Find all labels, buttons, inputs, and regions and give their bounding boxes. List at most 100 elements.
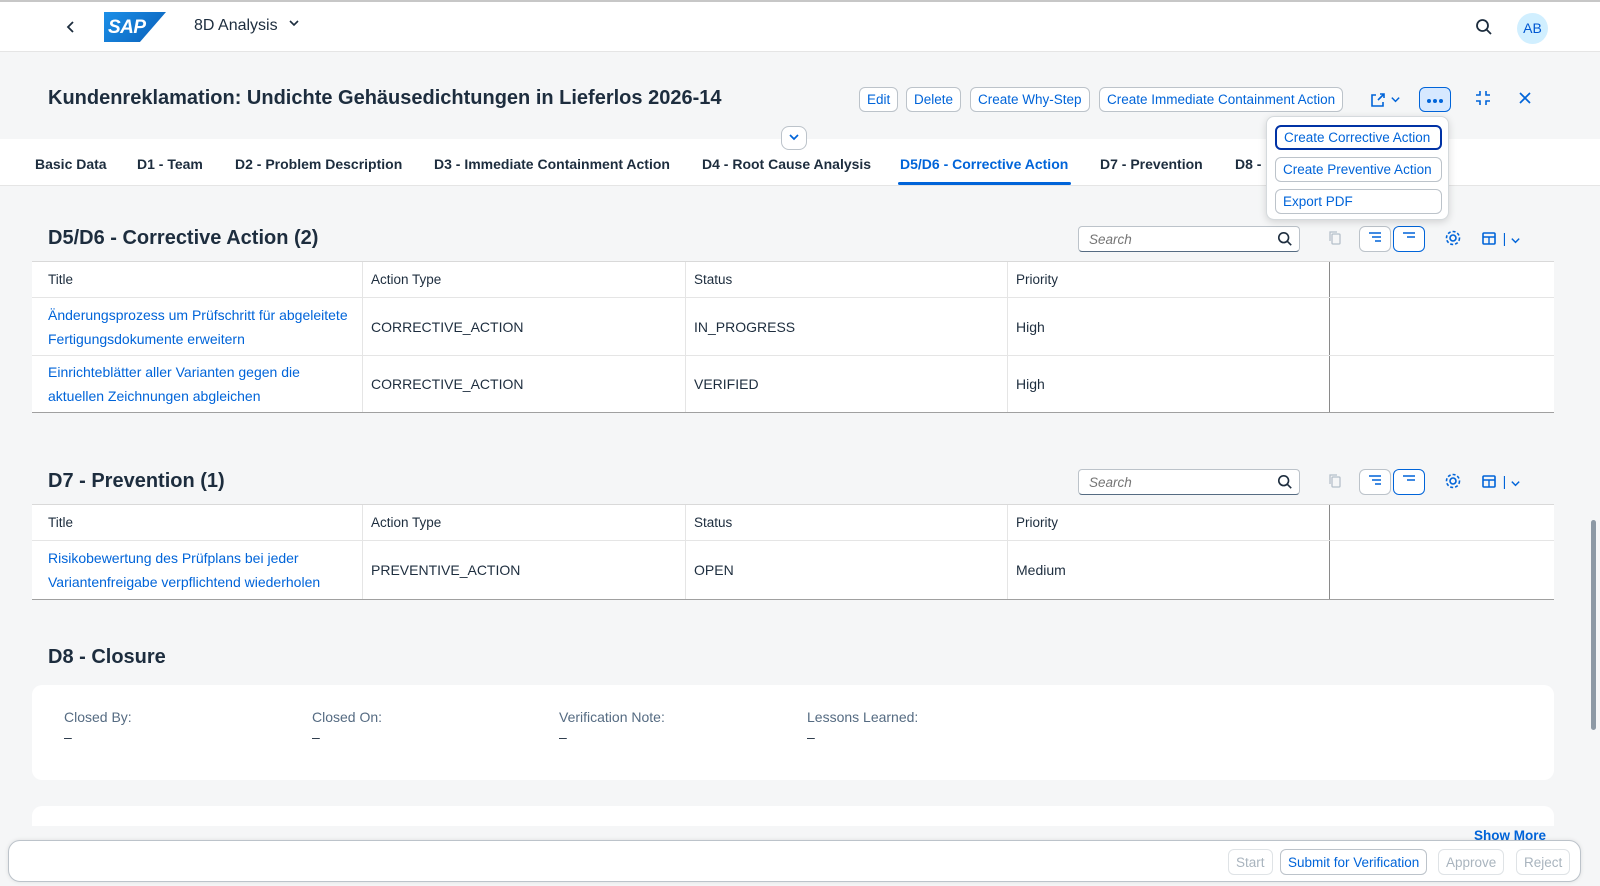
row-title-line: Variantenfreigabe verpflichtend wiederho… xyxy=(48,574,321,590)
tab-d7-prevention[interactable]: D7 - Prevention xyxy=(1100,156,1203,172)
create-immediate-containment-button[interactable]: Create Immediate Containment Action xyxy=(1099,87,1344,112)
gear-icon xyxy=(1445,230,1461,245)
lessons-learned-value: – xyxy=(807,729,815,745)
exit-fullscreen-icon xyxy=(1476,91,1490,105)
corrective-section-title: D5/D6 - Corrective Action (2) xyxy=(48,227,319,249)
table-settings-button[interactable] xyxy=(1440,226,1466,252)
sort-button[interactable] xyxy=(1359,469,1391,495)
verification-note-value: – xyxy=(559,729,567,745)
search-icon xyxy=(1476,18,1492,35)
back-button[interactable] xyxy=(58,14,84,40)
copy-button[interactable] xyxy=(1322,469,1348,495)
reject-button[interactable]: Reject xyxy=(1516,849,1571,875)
overflow-menu: Create Corrective Action Create Preventi… xyxy=(1266,116,1449,220)
tab-d5d6-corrective-action[interactable]: D5/D6 - Corrective Action xyxy=(900,156,1068,172)
closure-card: Closed By: – Closed On: – Verification N… xyxy=(32,685,1554,780)
delete-button[interactable]: Delete xyxy=(906,87,962,112)
shell-bar: SAP 8D Analysis AB xyxy=(0,0,1600,52)
row-priority: High xyxy=(1016,376,1045,392)
group-icon xyxy=(1403,474,1415,481)
row-title-line: Risikobewertung des Prüfplans bei jeder xyxy=(48,550,299,566)
sort-button[interactable] xyxy=(1359,226,1391,252)
row-action-type: CORRECTIVE_ACTION xyxy=(371,319,524,335)
prevention-search-input[interactable] xyxy=(1079,470,1269,494)
verification-note-label: Verification Note: xyxy=(559,709,665,725)
tab-d4-root-cause[interactable]: D4 - Root Cause Analysis xyxy=(702,156,871,172)
start-button[interactable]: Start xyxy=(1228,849,1273,875)
tab-d2-problem-description[interactable]: D2 - Problem Description xyxy=(235,156,402,172)
chevron-down-icon xyxy=(789,133,799,140)
copy-icon xyxy=(1329,230,1341,245)
row-status: OPEN xyxy=(694,562,734,578)
prevention-search[interactable] xyxy=(1078,469,1300,495)
export-table-button[interactable]: | xyxy=(1476,226,1526,252)
closed-by-value: – xyxy=(64,729,72,745)
column-header-action-type[interactable]: Action Type xyxy=(371,272,441,287)
shell-search-button[interactable] xyxy=(1472,16,1496,40)
create-why-step-button[interactable]: Create Why-Step xyxy=(970,87,1090,112)
close-icon xyxy=(1519,92,1531,104)
group-icon xyxy=(1403,231,1415,238)
tab-basic-data[interactable]: Basic Data xyxy=(35,156,107,172)
next-card xyxy=(32,806,1554,826)
column-header-priority[interactable]: Priority xyxy=(1016,272,1058,287)
column-header-priority[interactable]: Priority xyxy=(1016,515,1058,530)
create-corrective-action-item[interactable]: Create Corrective Action xyxy=(1275,125,1442,150)
approve-button[interactable]: Approve xyxy=(1438,849,1505,875)
copy-button[interactable] xyxy=(1322,226,1348,252)
row-title-line: Änderungsprozess um Prüfschritt für abge… xyxy=(48,307,348,323)
gear-icon xyxy=(1445,473,1461,488)
group-button[interactable] xyxy=(1393,469,1425,495)
table-settings-button[interactable] xyxy=(1440,469,1466,495)
column-header-title[interactable]: Title xyxy=(48,272,73,287)
corrective-search-input[interactable] xyxy=(1079,227,1269,251)
table-row[interactable]: Einrichteblätter aller Varianten gegen d… xyxy=(32,356,1554,412)
export-pdf-item[interactable]: Export PDF xyxy=(1275,189,1442,214)
row-status: IN_PROGRESS xyxy=(694,319,796,335)
share-button[interactable] xyxy=(1363,87,1407,112)
create-preventive-action-item[interactable]: Create Preventive Action xyxy=(1275,157,1442,182)
collapse-header-button[interactable] xyxy=(781,126,807,150)
chevron-down-icon xyxy=(289,20,299,27)
prevention-section-title: D7 - Prevention (1) xyxy=(48,470,225,492)
corrective-search[interactable] xyxy=(1078,226,1300,252)
submit-for-verification-button[interactable]: Submit for Verification xyxy=(1280,849,1428,875)
sap-logo-text: SAP xyxy=(108,17,146,38)
closed-by-label: Closed By: xyxy=(64,709,132,725)
close-button[interactable] xyxy=(1512,87,1538,112)
row-action-type: CORRECTIVE_ACTION xyxy=(371,376,524,392)
table-row[interactable]: Risikobewertung des Prüfplans bei jeder … xyxy=(32,541,1554,599)
edit-button[interactable]: Edit xyxy=(859,87,899,112)
export-table-button[interactable]: | xyxy=(1476,469,1526,495)
row-title-line: aktuellen Zeichnungen abgleichen xyxy=(48,388,261,404)
closed-on-value: – xyxy=(312,729,320,745)
column-header-status[interactable]: Status xyxy=(694,515,732,530)
chevron-down-icon xyxy=(1391,97,1401,103)
row-title-line: Fertigungsdokumente erweitern xyxy=(48,331,245,347)
chevron-down-icon xyxy=(1511,237,1520,243)
column-header-status[interactable]: Status xyxy=(694,272,732,287)
page-scrollbar[interactable] xyxy=(1591,520,1596,730)
group-button[interactable] xyxy=(1393,226,1425,252)
chevron-down-icon xyxy=(1511,480,1520,486)
row-title-link[interactable]: Risikobewertung des Prüfplans bei jeder … xyxy=(48,546,368,594)
row-title-link[interactable]: Änderungsprozess um Prüfschritt für abge… xyxy=(48,303,348,351)
chevron-left-icon xyxy=(66,21,74,33)
column-header-action-type[interactable]: Action Type xyxy=(371,515,441,530)
table-row[interactable]: Änderungsprozess um Prüfschritt für abge… xyxy=(32,298,1554,356)
row-priority: High xyxy=(1016,319,1045,335)
table-header: Title Action Type Status Priority xyxy=(32,262,1554,298)
avatar[interactable]: AB xyxy=(1517,13,1548,44)
sap-logo: SAP xyxy=(104,12,166,42)
page-title: Kundenreklamation: Undichte Gehäusedicht… xyxy=(48,87,722,109)
fullscreen-button[interactable] xyxy=(1470,87,1496,112)
export-icon xyxy=(1482,231,1496,245)
column-header-title[interactable]: Title xyxy=(48,515,73,530)
tab-d3-immediate-containment[interactable]: D3 - Immediate Containment Action xyxy=(434,156,670,172)
tab-d1-team[interactable]: D1 - Team xyxy=(137,156,203,172)
row-title-link[interactable]: Einrichteblätter aller Varianten gegen d… xyxy=(48,360,348,408)
app-title-menu[interactable]: 8D Analysis xyxy=(194,17,300,35)
more-actions-button[interactable] xyxy=(1419,87,1451,112)
row-status: VERIFIED xyxy=(694,376,759,392)
row-title-line: Einrichteblätter aller Varianten gegen d… xyxy=(48,364,300,380)
